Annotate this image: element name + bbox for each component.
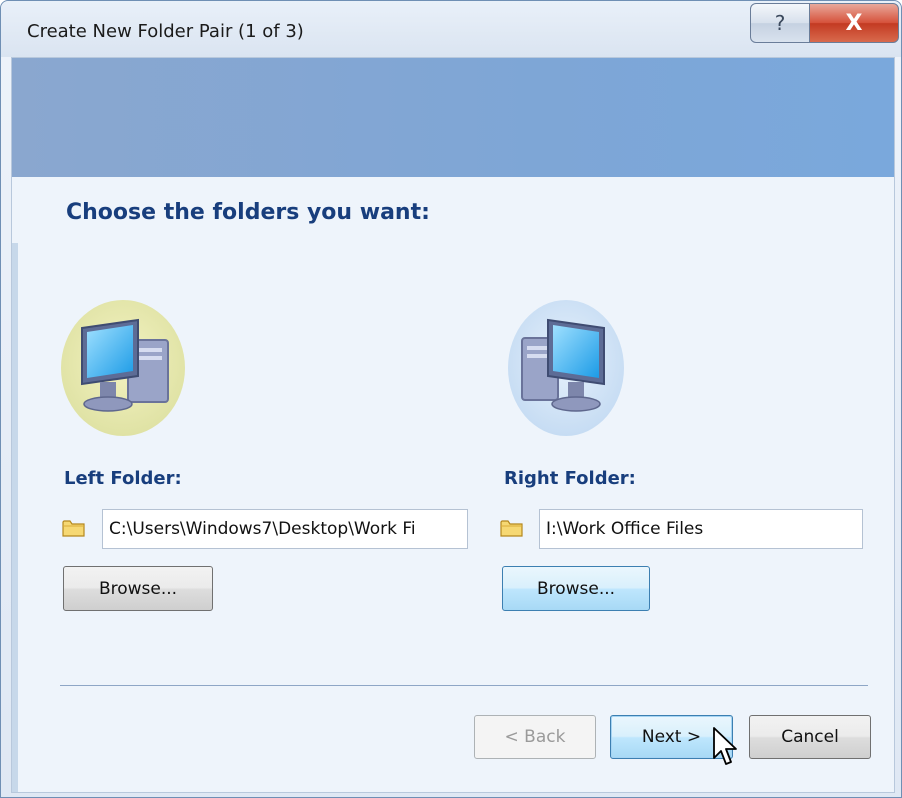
left-folder-label: Left Folder: — [64, 468, 182, 489]
header-banner — [12, 58, 894, 177]
title-bar[interactable]: Create New Folder Pair (1 of 3) ? X — [1, 1, 901, 57]
dialog-window: Create New Folder Pair (1 of 3) ? X Choo… — [0, 0, 902, 798]
left-folder-path-input[interactable] — [102, 509, 468, 549]
side-strip — [12, 243, 18, 792]
footer-divider — [60, 685, 868, 686]
right-browse-button[interactable]: Browse... — [502, 566, 650, 611]
right-folder-path-input[interactable] — [539, 509, 863, 549]
help-icon: ? — [774, 11, 786, 35]
folder-icon — [500, 520, 523, 537]
close-button[interactable]: X — [809, 3, 899, 43]
left-browse-button[interactable]: Browse... — [63, 566, 213, 611]
computer-icon — [508, 300, 624, 436]
window-title: Create New Folder Pair (1 of 3) — [27, 21, 304, 42]
folder-icon — [62, 520, 85, 537]
close-icon: X — [845, 10, 863, 36]
right-folder-label: Right Folder: — [504, 468, 636, 489]
mouse-cursor-icon — [713, 727, 737, 765]
help-button[interactable]: ? — [750, 3, 810, 43]
computer-icon — [61, 300, 185, 436]
cancel-button[interactable]: Cancel — [749, 715, 871, 759]
page-heading: Choose the folders you want: — [66, 200, 430, 225]
back-button[interactable]: < Back — [474, 715, 596, 759]
dialog-body: Choose the folders you want: Left Folder… — [11, 57, 895, 793]
